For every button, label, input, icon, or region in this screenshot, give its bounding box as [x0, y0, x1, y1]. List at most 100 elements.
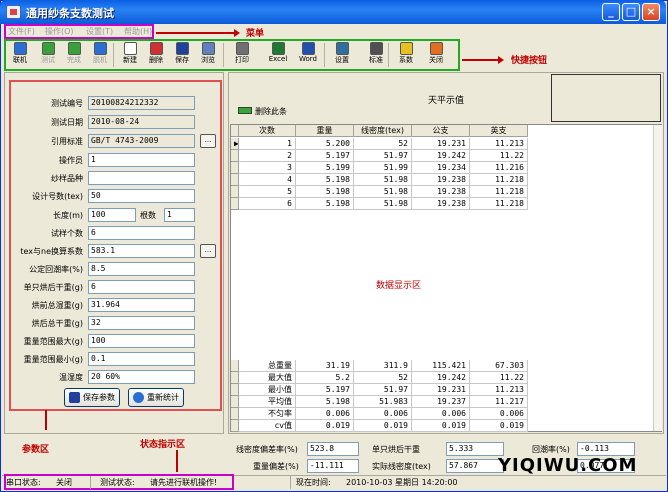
toolbar-button-7[interactable]: 浏览	[196, 42, 220, 65]
table-cell[interactable]: 5.198	[296, 186, 354, 198]
table-cell[interactable]: 4	[239, 174, 296, 186]
table-cell[interactable]: 52	[354, 138, 412, 150]
toolbar-button-2[interactable]: 完成	[62, 42, 86, 65]
toolbar-button-13[interactable]: 系数	[394, 42, 418, 65]
toolbar-button-label: 设置	[335, 56, 349, 64]
regain-field[interactable]: -0.113	[577, 442, 635, 456]
row-selector[interactable]	[231, 162, 239, 174]
balance-display	[551, 74, 661, 122]
row-selector[interactable]	[231, 150, 239, 162]
delete-row-label[interactable]: 删除此条	[255, 106, 287, 117]
tex-ne-browse-button[interactable]: ...	[200, 244, 216, 258]
summary-cell: 0.006	[470, 408, 528, 420]
toolbar-button-0[interactable]: 联机	[8, 42, 32, 65]
tex-ne-field[interactable]: 583.1	[88, 244, 195, 258]
toolbar-button-5[interactable]: 删除	[144, 42, 168, 65]
toolbar-button-14[interactable]: 关闭	[424, 42, 448, 65]
table-cell[interactable]: 5.198	[296, 174, 354, 186]
humidity-field[interactable]: 20 60%	[88, 370, 195, 384]
table-cell[interactable]: 5	[239, 186, 296, 198]
table-cell[interactable]: 19.238	[412, 174, 470, 186]
post-dry-field[interactable]: 32	[88, 316, 195, 330]
toolbar-button-1[interactable]: 测试	[36, 42, 60, 65]
toolbar-button-9[interactable]: Excel	[266, 42, 290, 63]
row-selector[interactable]	[231, 396, 239, 408]
row-selector[interactable]	[231, 384, 239, 396]
summary-cell: 平均值	[239, 396, 296, 408]
toolbar-button-8[interactable]: 打印	[230, 42, 254, 65]
row-selector[interactable]	[231, 198, 239, 210]
length-field[interactable]: 100	[88, 208, 136, 222]
table-cell[interactable]: 19.234	[412, 162, 470, 174]
design-count-field[interactable]: 50	[88, 189, 195, 203]
weight-dev-field[interactable]: -11.111	[307, 459, 359, 473]
table-cell[interactable]: 51.99	[354, 162, 412, 174]
toolbar-button-3[interactable]: 脱机	[88, 42, 112, 65]
table-cell[interactable]: 19.238	[412, 186, 470, 198]
range-min-field[interactable]: 0.1	[88, 352, 195, 366]
range-max-field[interactable]: 100	[88, 334, 195, 348]
table-cell[interactable]: 11.218	[470, 198, 528, 210]
toolbar-separator	[223, 43, 224, 67]
table-cell[interactable]: 11.216	[470, 162, 528, 174]
operator-field[interactable]: 1	[88, 153, 195, 167]
toolbar-button-10[interactable]: Word	[296, 42, 320, 63]
single-dry-stat-field[interactable]: 5.333	[446, 442, 504, 456]
row-selector[interactable]	[231, 420, 239, 432]
single-dry-field[interactable]: 6	[88, 280, 195, 294]
table-cell[interactable]: 6	[239, 198, 296, 210]
restat-button[interactable]: 重新统计	[128, 388, 184, 407]
table-cell[interactable]: 51.98	[354, 174, 412, 186]
toolbar-button-label: 浏览	[201, 56, 215, 64]
row-selector[interactable]	[231, 408, 239, 420]
row-selector[interactable]	[231, 174, 239, 186]
column-header[interactable]: 公支	[412, 125, 470, 137]
row-selector[interactable]	[231, 372, 239, 384]
table-cell[interactable]: 11.218	[470, 186, 528, 198]
sample-count-field[interactable]: 6	[88, 226, 195, 240]
table-cell[interactable]: 5.200	[296, 138, 354, 150]
table-cell[interactable]: 5.199	[296, 162, 354, 174]
minimize-button[interactable]: _	[602, 3, 620, 21]
table-cell[interactable]: 11.218	[470, 174, 528, 186]
table-cell[interactable]: 19.238	[412, 198, 470, 210]
save-params-button[interactable]: 保存参数	[64, 388, 120, 407]
table-cell[interactable]: 5.197	[296, 150, 354, 162]
table-cell[interactable]: 51.97	[354, 150, 412, 162]
row-selector[interactable]	[231, 186, 239, 198]
table-cell[interactable]: 19.231	[412, 138, 470, 150]
table-cell[interactable]: 3	[239, 162, 296, 174]
table-cell[interactable]: 1	[239, 138, 296, 150]
column-header[interactable]: 线密度(tex)	[354, 125, 412, 137]
vertical-scrollbar[interactable]	[653, 125, 662, 431]
maximize-button[interactable]: □	[622, 3, 640, 21]
toolbar-button-12[interactable]: 标准	[364, 42, 388, 65]
port-status-value: 关闭	[56, 478, 72, 487]
close-window-button[interactable]: ×	[642, 3, 660, 21]
table-cell[interactable]: 11.213	[470, 138, 528, 150]
standard-browse-button[interactable]: ...	[200, 134, 216, 148]
column-header[interactable]: 次数	[239, 125, 296, 137]
toolbar-button-4[interactable]: 新建	[118, 42, 142, 65]
summary-cell: 0.019	[412, 420, 470, 432]
sample-field[interactable]	[88, 171, 195, 185]
table-cell[interactable]: 5.198	[296, 198, 354, 210]
toolbar-button-11[interactable]: 设置	[330, 42, 354, 65]
density-dev-field[interactable]: 523.8	[307, 442, 359, 456]
actual-density-field[interactable]: 57.867	[446, 459, 504, 473]
pre-wet-field[interactable]: 31.964	[88, 298, 195, 312]
toolbar-button-6[interactable]: 保存	[170, 42, 194, 65]
row-selector[interactable]: ▶	[231, 138, 239, 150]
table-cell[interactable]: 51.98	[354, 198, 412, 210]
moisture-regain-field[interactable]: 8.5	[88, 262, 195, 276]
table-cell[interactable]: 51.98	[354, 186, 412, 198]
column-header[interactable]: 英支	[470, 125, 528, 137]
roots-field[interactable]: 1	[164, 208, 195, 222]
table-cell[interactable]: 11.22	[470, 150, 528, 162]
row-selector[interactable]	[231, 360, 239, 372]
table-cell[interactable]: 19.242	[412, 150, 470, 162]
column-header[interactable]: 重量	[296, 125, 354, 137]
table-cell[interactable]: 2	[239, 150, 296, 162]
summary-cell: 11.217	[470, 396, 528, 408]
close-app-icon	[429, 42, 443, 55]
